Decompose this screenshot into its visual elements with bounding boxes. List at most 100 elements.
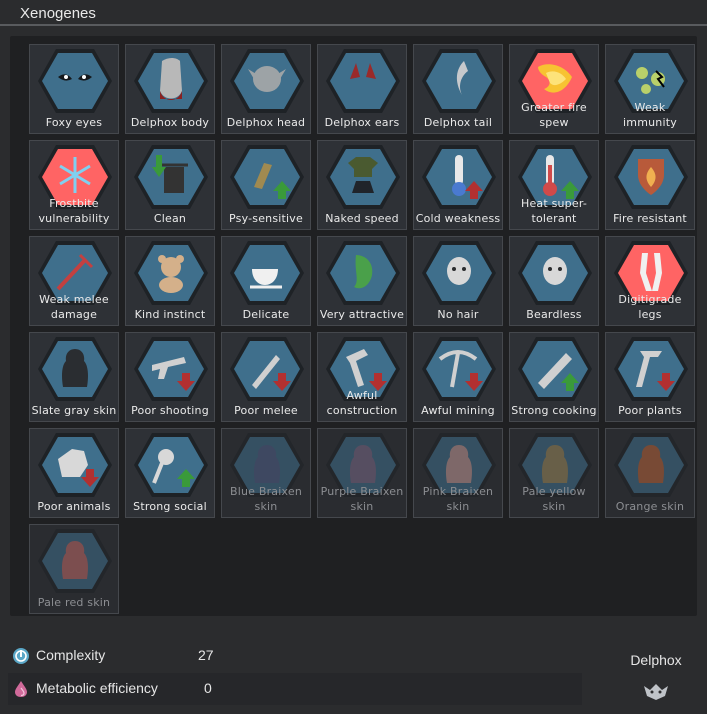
gene-label: No hair xyxy=(437,308,479,321)
gene-label: Pale yellow skin xyxy=(522,485,586,513)
gene-label: Naked speed xyxy=(325,212,399,225)
metabolism-icon xyxy=(12,680,30,698)
delphox-tail-icon xyxy=(422,49,496,113)
gene-card[interactable]: Slate gray skin xyxy=(29,332,119,422)
foxy-eyes-icon xyxy=(38,49,112,113)
skin-orange-icon xyxy=(614,433,688,497)
gene-card[interactable]: Pale red skin xyxy=(29,524,119,614)
gene-label: Fire resistant xyxy=(613,212,687,225)
awful-mining-icon xyxy=(422,337,496,401)
gene-label: Awful construction xyxy=(326,389,398,417)
gene-card[interactable]: Delphox ears xyxy=(317,44,407,134)
gene-label: Slate gray skin xyxy=(31,404,117,417)
gene-label: Pink Braixen skin xyxy=(422,485,494,513)
complexity-icon xyxy=(12,647,30,665)
strong-cooking-icon xyxy=(518,337,592,401)
gene-label: Poor shooting xyxy=(131,404,209,417)
gene-label: Pale red skin xyxy=(37,596,111,609)
gene-card[interactable]: Delphox tail xyxy=(413,44,503,134)
poor-animals-icon xyxy=(38,433,112,497)
gene-label: Blue Braixen skin xyxy=(229,485,302,513)
gene-card[interactable]: Cold weakness xyxy=(413,140,503,230)
gene-label: Beardless xyxy=(526,308,582,321)
delphox-ears-icon xyxy=(326,49,400,113)
gene-label: Psy-sensitive xyxy=(229,212,303,225)
teddy-bear-icon xyxy=(134,241,208,305)
gene-label: Greater fire spew xyxy=(521,101,587,129)
gene-label: Weak immunity xyxy=(623,101,677,129)
gene-card[interactable]: Frostbite vulnerability xyxy=(29,140,119,230)
strong-social-icon xyxy=(134,433,208,497)
teacup-icon xyxy=(230,241,304,305)
naked-speed-icon xyxy=(326,145,400,209)
gene-label: Poor animals xyxy=(37,500,111,513)
complexity-row: Complexity 27 xyxy=(8,640,582,672)
gene-label: Weak melee damage xyxy=(39,293,109,321)
gene-label: Strong cooking xyxy=(511,404,597,417)
section-title: Xenogenes xyxy=(20,5,96,22)
gene-label: Orange skin xyxy=(615,500,685,513)
gene-label: Delphox body xyxy=(130,116,210,129)
gene-card[interactable]: No hair xyxy=(413,236,503,326)
gene-card[interactable]: Very attractive xyxy=(317,236,407,326)
gene-label: Awful mining xyxy=(421,404,495,417)
gene-card[interactable]: Orange skin xyxy=(605,428,695,518)
gene-card[interactable]: Kind instinct xyxy=(125,236,215,326)
gene-label: Delphox head xyxy=(226,116,306,129)
gene-card[interactable]: Naked speed xyxy=(317,140,407,230)
no-hair-icon xyxy=(422,241,496,305)
gene-card[interactable]: Poor plants xyxy=(605,332,695,422)
gene-card[interactable]: Digitigrade legs xyxy=(605,236,695,326)
gene-card[interactable]: Strong social xyxy=(125,428,215,518)
skin-slate-icon xyxy=(38,337,112,401)
gene-label: Foxy eyes xyxy=(45,116,103,129)
cold-thermometer-icon xyxy=(422,145,496,209)
complexity-label: Complexity xyxy=(36,647,106,663)
attractive-icon xyxy=(326,241,400,305)
gene-card[interactable]: Blue Braixen skin xyxy=(221,428,311,518)
gene-card[interactable]: Greater fire spew xyxy=(509,44,599,134)
delphox-body-icon xyxy=(134,49,208,113)
gene-card[interactable]: Delphox head xyxy=(221,44,311,134)
fire-shield-icon xyxy=(614,145,688,209)
gene-card[interactable]: Poor shooting xyxy=(125,332,215,422)
gene-grid: Foxy eyes Delphox body Delphox head Delphox… xyxy=(10,36,697,616)
gene-card[interactable]: Weak immunity xyxy=(605,44,695,134)
gene-card[interactable]: Fire resistant xyxy=(605,140,695,230)
gene-card[interactable]: Poor animals xyxy=(29,428,119,518)
skin-pale-red-icon xyxy=(38,529,112,593)
gene-label: Very attractive xyxy=(319,308,405,321)
gene-label: Kind instinct xyxy=(134,308,206,321)
xenogenes-header: Xenogenes xyxy=(0,0,707,26)
gene-card[interactable]: Foxy eyes xyxy=(29,44,119,134)
gene-card[interactable]: Awful construction xyxy=(317,332,407,422)
gene-label: Digitigrade legs xyxy=(618,293,682,321)
gene-card[interactable]: Purple Braixen skin xyxy=(317,428,407,518)
metabolic-value: 0 xyxy=(204,680,212,696)
gene-card[interactable]: Pale yellow skin xyxy=(509,428,599,518)
gene-label: Delphox tail xyxy=(423,116,493,129)
gene-card[interactable]: Delicate xyxy=(221,236,311,326)
gene-card[interactable]: Pink Braixen skin xyxy=(413,428,503,518)
gene-card[interactable]: Poor melee xyxy=(221,332,311,422)
gene-card[interactable]: Clean xyxy=(125,140,215,230)
gene-label: Poor plants xyxy=(618,404,682,417)
gene-card[interactable]: Strong cooking xyxy=(509,332,599,422)
gene-card[interactable]: Delphox body xyxy=(125,44,215,134)
gene-label: Purple Braixen skin xyxy=(320,485,404,513)
gene-label: Poor melee xyxy=(234,404,298,417)
poor-melee-icon xyxy=(230,337,304,401)
gene-card[interactable]: Awful mining xyxy=(413,332,503,422)
xenotype-icon[interactable] xyxy=(640,680,672,702)
gene-card[interactable]: Heat super-tolerant xyxy=(509,140,599,230)
complexity-value: 27 xyxy=(198,647,214,663)
gene-label: Delphox ears xyxy=(324,116,400,129)
gene-label: Clean xyxy=(153,212,187,225)
gene-card[interactable]: Psy-sensitive xyxy=(221,140,311,230)
metabolic-label: Metabolic efficiency xyxy=(36,680,158,696)
poor-shooting-icon xyxy=(134,337,208,401)
gene-card[interactable]: Beardless xyxy=(509,236,599,326)
gene-label: Delicate xyxy=(242,308,290,321)
gene-card[interactable]: Weak melee damage xyxy=(29,236,119,326)
poor-plants-icon xyxy=(614,337,688,401)
